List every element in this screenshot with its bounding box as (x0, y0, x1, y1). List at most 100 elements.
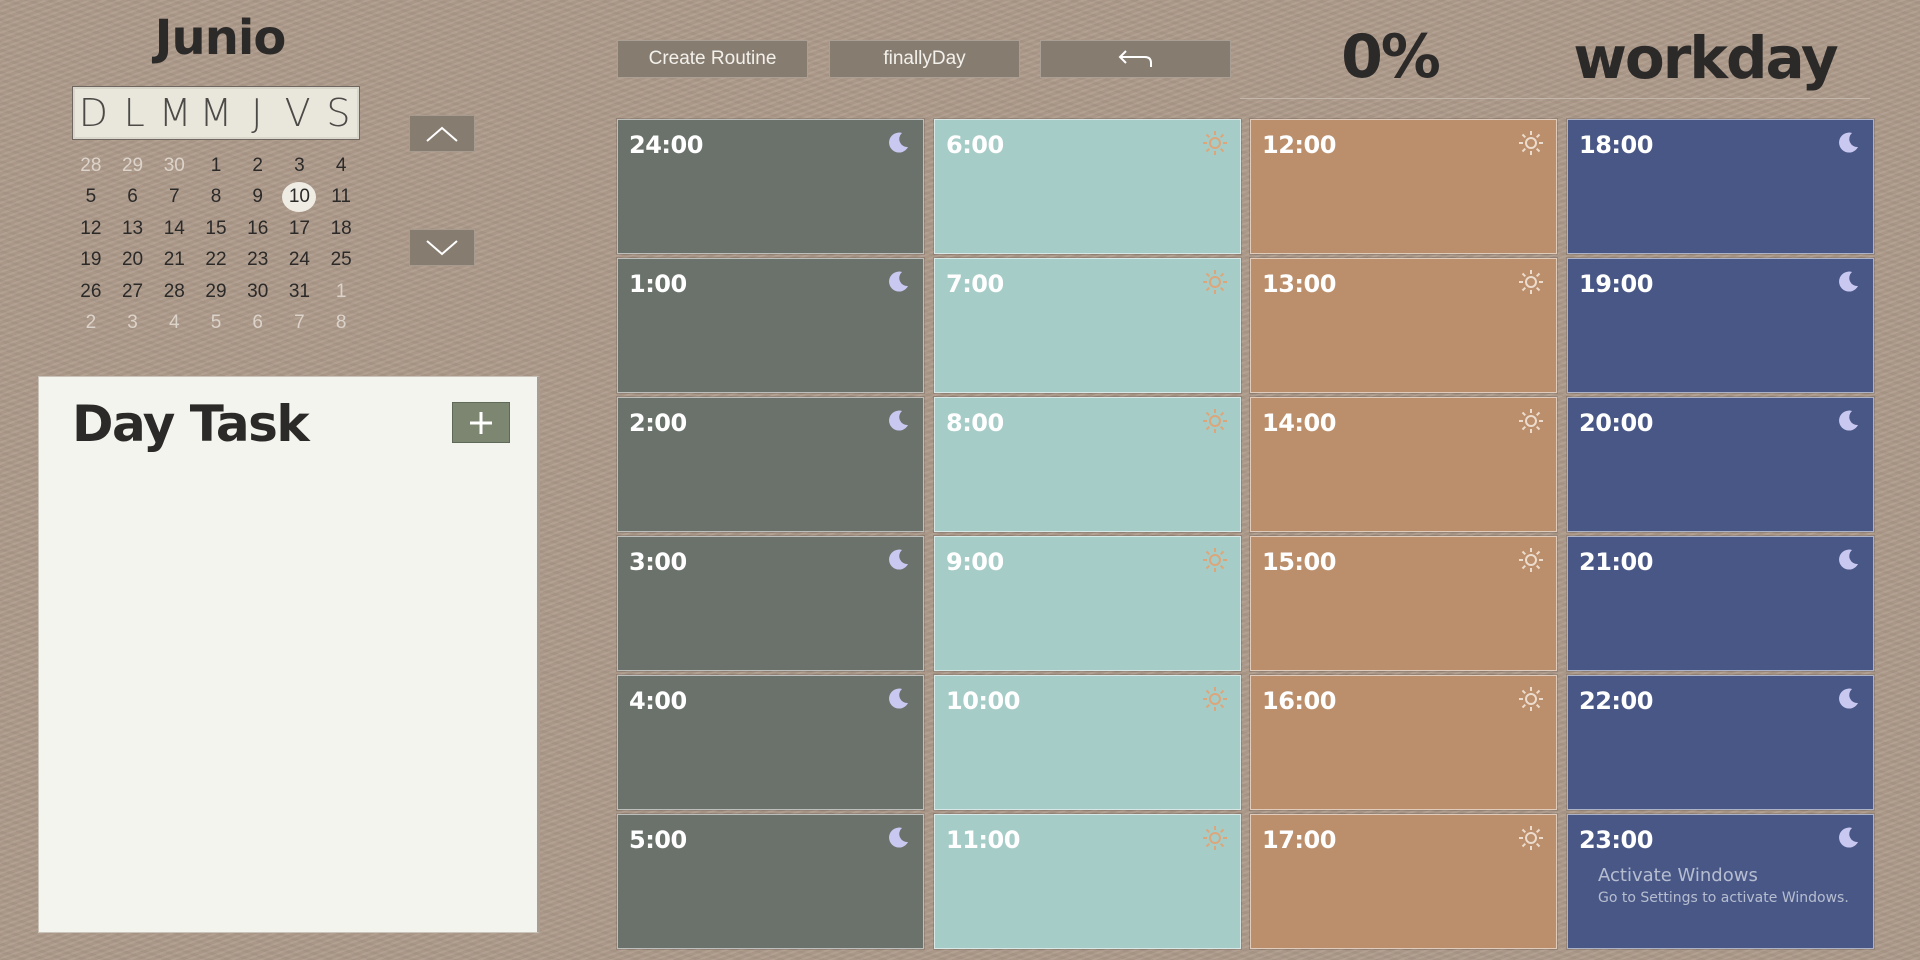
weekday-label: V (284, 91, 311, 135)
hour-slot[interactable]: 3:00 (616, 535, 925, 672)
calendar-day[interactable]: 15 (195, 213, 237, 245)
calendar-day-number: 1 (335, 280, 347, 302)
calendar-day[interactable]: 19 (70, 245, 112, 277)
calendar-day[interactable]: 5 (195, 308, 237, 340)
hour-slot[interactable]: 17:00 (1249, 813, 1558, 950)
calendar-day[interactable]: 28 (153, 276, 195, 308)
hour-slot[interactable]: 7:00 (933, 257, 1242, 394)
hour-slot[interactable]: 24:00 (616, 118, 925, 255)
hour-slot[interactable]: 4:00 (616, 674, 925, 811)
calendar-day[interactable]: 21 (153, 245, 195, 277)
calendar-day-number: 30 (163, 154, 185, 176)
calendar-day[interactable]: 30 (153, 150, 195, 182)
calendar-day[interactable]: 2 (70, 308, 112, 340)
calendar-day[interactable]: 7 (279, 308, 321, 340)
hour-slot[interactable]: 16:00 (1249, 674, 1558, 811)
calendar-day-number: 4 (168, 312, 180, 334)
hour-slot[interactable]: 18:00 (1566, 118, 1875, 255)
hour-slot[interactable]: 1:00 (616, 257, 925, 394)
hour-label: 1:00 (629, 270, 687, 298)
calendar-day[interactable]: 1 (320, 276, 362, 308)
hour-slot[interactable]: 2:00 (616, 396, 925, 533)
calendar-day[interactable]: 24 (279, 245, 321, 277)
calendar-day[interactable]: 4 (320, 150, 362, 182)
calendar-day[interactable]: 18 (320, 213, 362, 245)
calendar-day[interactable]: 13 (112, 213, 154, 245)
calendar-day[interactable]: 23 (237, 245, 279, 277)
hour-slot[interactable]: 10:00 (933, 674, 1242, 811)
calendar-day-selected[interactable]: 10 (279, 182, 321, 214)
calendar-day[interactable]: 3 (112, 308, 154, 340)
calendar-day[interactable]: 7 (153, 182, 195, 214)
hour-slot[interactable]: 11:00 (933, 813, 1242, 950)
hour-slot[interactable]: 6:00 (933, 118, 1242, 255)
add-task-button[interactable] (452, 402, 510, 443)
hour-label: 14:00 (1262, 409, 1336, 437)
hour-slot[interactable]: 20:00 (1566, 396, 1875, 533)
calendar-day[interactable]: 12 (70, 213, 112, 245)
calendar-day[interactable]: 27 (112, 276, 154, 308)
calendar-day[interactable]: 2 (237, 150, 279, 182)
hour-slot[interactable]: 14:00 (1249, 396, 1558, 533)
hour-slot[interactable]: 19:00 (1566, 257, 1875, 394)
hour-slot[interactable]: 21:00 (1566, 535, 1875, 672)
calendar-day[interactable]: 30 (237, 276, 279, 308)
calendar-day-number: 9 (252, 186, 263, 208)
calendar-day[interactable]: 8 (195, 182, 237, 214)
undo-arrow-icon (1118, 50, 1152, 67)
calendar-day[interactable]: 14 (153, 213, 195, 245)
hour-slot[interactable]: 5:00 (616, 813, 925, 950)
month-title: Junio (154, 10, 287, 66)
calendar-day[interactable]: 1 (195, 150, 237, 182)
hour-slot[interactable]: 15:00 (1249, 535, 1558, 672)
calendar-day[interactable]: 4 (153, 308, 195, 340)
calendar-day[interactable]: 6 (112, 182, 154, 214)
calendar-day[interactable]: 3 (279, 150, 321, 182)
calendar-day[interactable]: 5 (70, 182, 112, 214)
hour-slot[interactable]: 22:00 (1566, 674, 1875, 811)
calendar-day-number: 19 (80, 249, 102, 271)
calendar-day[interactable]: 28 (70, 150, 112, 182)
calendar-day[interactable]: 8 (320, 308, 362, 340)
calendar-day[interactable]: 29 (195, 276, 237, 308)
calendar-day[interactable]: 11 (320, 182, 362, 214)
weekday-header: DLMMJVS (72, 86, 360, 140)
previous-month-button[interactable] (409, 115, 475, 152)
back-button[interactable] (1040, 40, 1231, 78)
weekday-label: J (251, 91, 263, 135)
sun-icon (1202, 130, 1228, 156)
calendar-day-number: 6 (252, 312, 263, 334)
hour-label: 20:00 (1579, 409, 1653, 437)
hour-slot[interactable]: 9:00 (933, 535, 1242, 672)
finally-day-button[interactable]: finallyDay (829, 40, 1020, 78)
calendar-day-number: 28 (163, 280, 185, 302)
calendar-day[interactable]: 6 (237, 308, 279, 340)
hour-label: 11:00 (946, 826, 1020, 854)
hour-slot[interactable]: 8:00 (933, 396, 1242, 533)
calendar-day-number: 7 (168, 186, 180, 208)
hour-label: 7:00 (946, 270, 1004, 298)
calendar-day-number: 24 (288, 249, 310, 271)
calendar-day[interactable]: 29 (112, 150, 154, 182)
hour-slot[interactable]: 13:00 (1249, 257, 1558, 394)
calendar-day[interactable]: 9 (237, 182, 279, 214)
calendar-day[interactable]: 26 (70, 276, 112, 308)
create-routine-button[interactable]: Create Routine (617, 40, 808, 78)
calendar-day-number: 7 (294, 312, 305, 334)
calendar-day[interactable]: 25 (320, 245, 362, 277)
calendar-day[interactable]: 16 (237, 213, 279, 245)
sun-icon (1518, 130, 1544, 156)
hour-slot[interactable]: 12:00 (1249, 118, 1558, 255)
day-type-label: workday (1573, 24, 1838, 92)
calendar-day[interactable]: 31 (279, 276, 321, 308)
calendar-day[interactable]: 20 (112, 245, 154, 277)
hour-label: 4:00 (629, 687, 687, 715)
calendar-day-number: 14 (163, 217, 185, 239)
calendar-day-number: 22 (205, 249, 227, 271)
calendar-day[interactable]: 17 (279, 213, 321, 245)
hour-label: 22:00 (1579, 687, 1653, 715)
calendar-day-number: 3 (294, 154, 305, 176)
next-month-button[interactable] (409, 229, 475, 266)
sun-icon (1518, 547, 1544, 573)
calendar-day[interactable]: 22 (195, 245, 237, 277)
